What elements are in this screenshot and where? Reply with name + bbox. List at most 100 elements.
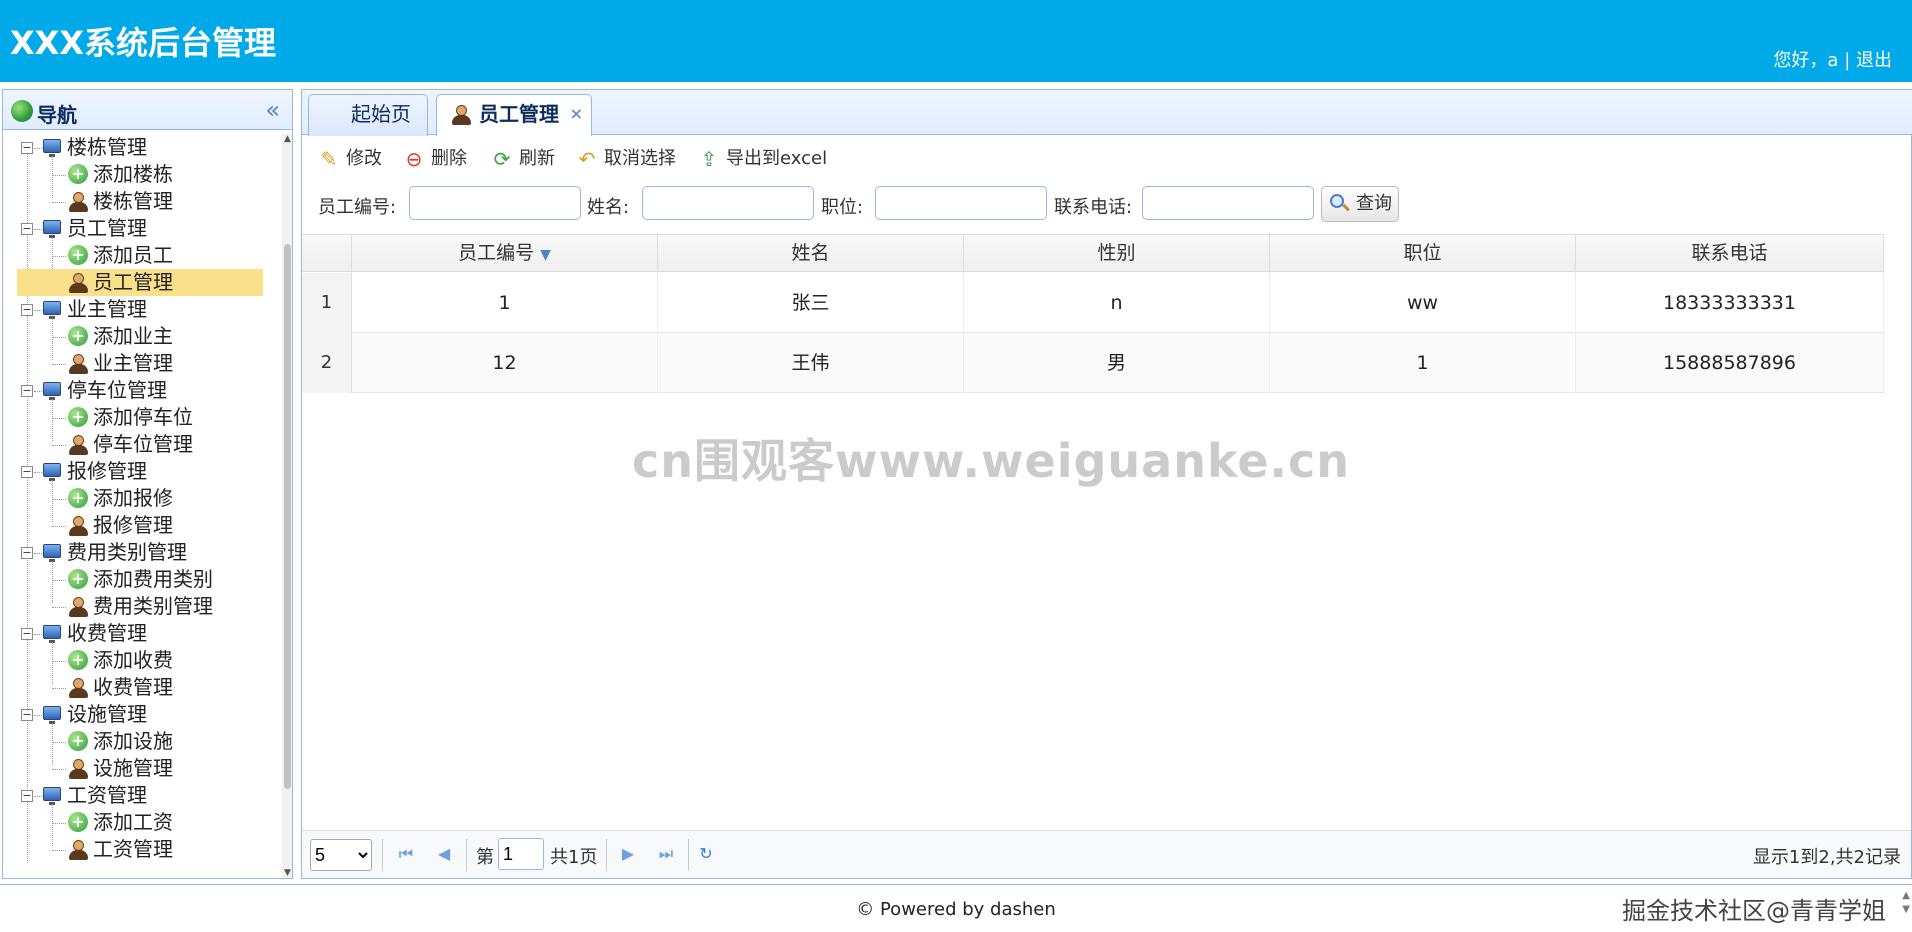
sidebar-item-add[interactable]: 添加员工 bbox=[93, 242, 173, 269]
table-row[interactable]: 1 1 张三 n ww 18333333331 bbox=[302, 273, 1884, 333]
add-icon: + bbox=[68, 650, 88, 670]
refresh-label: 刷新 bbox=[519, 148, 555, 169]
scroll-up-icon[interactable]: ▲ bbox=[284, 134, 291, 144]
tree-line bbox=[52, 499, 66, 500]
sidebar-group[interactable]: 停车位管理 bbox=[67, 377, 167, 404]
person-icon bbox=[68, 596, 88, 618]
header-name[interactable]: 姓名 bbox=[658, 235, 964, 273]
tab-home[interactable]: 起始页 bbox=[308, 94, 428, 136]
sidebar-item-add[interactable]: 添加收费 bbox=[93, 647, 173, 674]
sidebar-item-manage[interactable]: 费用类别管理 bbox=[93, 593, 213, 620]
header-emp-no[interactable]: 员工编号 ▼ bbox=[352, 235, 658, 273]
undo-icon: ↶ bbox=[578, 147, 596, 171]
collapse-toggle-icon[interactable]: − bbox=[21, 790, 33, 802]
computer-icon bbox=[43, 220, 61, 238]
sidebar-item-manage[interactable]: 工资管理 bbox=[93, 836, 173, 863]
prev-page-icon[interactable]: ◀ bbox=[434, 843, 454, 865]
tree-line bbox=[52, 580, 66, 581]
sidebar-group[interactable]: 报修管理 bbox=[67, 458, 147, 485]
person-icon bbox=[68, 191, 88, 213]
collapse-toggle-icon[interactable]: − bbox=[21, 547, 33, 559]
name-input[interactable] bbox=[642, 186, 814, 220]
page-number-input[interactable] bbox=[498, 838, 544, 870]
collapse-toggle-icon[interactable]: − bbox=[21, 223, 33, 235]
sidebar-item-add[interactable]: 添加业主 bbox=[93, 323, 173, 350]
next-page-icon[interactable]: ▶ bbox=[618, 843, 638, 865]
page-total: 共1页 bbox=[550, 847, 598, 868]
header-separator: | bbox=[1844, 50, 1851, 71]
tree-line bbox=[52, 850, 66, 851]
tree-line bbox=[52, 804, 53, 846]
sidebar-group[interactable]: 费用类别管理 bbox=[67, 539, 187, 566]
sidebar-scrollbar[interactable]: ▲ ▼ bbox=[282, 134, 292, 878]
sidebar-item-add[interactable]: 添加工资 bbox=[93, 809, 173, 836]
logout-link[interactable]: 退出 bbox=[1856, 50, 1892, 71]
sidebar-item-add[interactable]: 添加费用类别 bbox=[93, 566, 213, 593]
cell-name: 张三 bbox=[658, 273, 964, 333]
close-icon[interactable]: × bbox=[570, 95, 583, 133]
sidebar-group[interactable]: 楼栋管理 bbox=[67, 134, 147, 161]
refresh-button[interactable]: ⟳ 刷新 bbox=[491, 146, 555, 172]
remove-icon: ⊖ bbox=[405, 147, 423, 171]
tree-line bbox=[52, 769, 66, 770]
sidebar-group[interactable]: 设施管理 bbox=[67, 701, 147, 728]
sidebar-item-add[interactable]: 添加报修 bbox=[93, 485, 173, 512]
name-label: 姓名: bbox=[587, 197, 630, 218]
phone-input[interactable] bbox=[1142, 186, 1314, 220]
scrollbar-thumb[interactable] bbox=[284, 244, 291, 789]
add-icon: + bbox=[68, 488, 88, 508]
sidebar-item-manage[interactable]: 报修管理 bbox=[93, 512, 173, 539]
add-icon: + bbox=[68, 812, 88, 832]
tree-line bbox=[27, 154, 28, 863]
delete-button[interactable]: ⊖ 删除 bbox=[403, 146, 467, 172]
table-row[interactable]: 2 12 王伟 男 1 15888587896 bbox=[302, 333, 1884, 393]
app-title: XXX系统后台管理 bbox=[10, 24, 277, 62]
search-button[interactable]: 查询 bbox=[1321, 186, 1399, 222]
scroll-arrows-icon[interactable]: ▲ ▼ bbox=[1902, 889, 1910, 917]
sidebar: 导航 « − 楼栋管理 + 添加楼栋 楼栋管理 − 员工管理 + 添加员工 员工管理 − 业主管理 + 添… bbox=[2, 89, 293, 879]
page-prefix: 第 bbox=[476, 847, 494, 868]
reload-icon[interactable]: ↻ bbox=[696, 843, 716, 865]
sidebar-item-manage[interactable]: 楼栋管理 bbox=[93, 188, 173, 215]
position-input[interactable] bbox=[875, 186, 1047, 220]
tree-line bbox=[52, 480, 53, 522]
sidebar-item-manage[interactable]: 设施管理 bbox=[93, 755, 173, 782]
sidebar-item-add[interactable]: 添加楼栋 bbox=[93, 161, 173, 188]
cell-gender: 男 bbox=[964, 333, 1270, 393]
sidebar-item-manage[interactable]: 停车位管理 bbox=[93, 431, 193, 458]
sidebar-group[interactable]: 员工管理 bbox=[67, 215, 147, 242]
last-page-icon[interactable]: ⏭ bbox=[656, 843, 676, 865]
tab-employee[interactable]: 员工管理 × bbox=[436, 94, 592, 136]
sidebar-group[interactable]: 工资管理 bbox=[67, 782, 147, 809]
edit-button[interactable]: ✎ 修改 bbox=[318, 146, 382, 172]
collapse-toggle-icon[interactable]: − bbox=[21, 304, 33, 316]
sidebar-item-manage[interactable]: 员工管理 bbox=[93, 269, 173, 296]
header-position[interactable]: 职位 bbox=[1270, 235, 1576, 273]
emp-no-input[interactable] bbox=[409, 186, 581, 220]
collapse-toggle-icon[interactable]: − bbox=[21, 709, 33, 721]
globe-icon bbox=[11, 100, 33, 122]
first-page-icon[interactable]: ⏮ bbox=[396, 843, 416, 865]
sidebar-item-add[interactable]: 添加停车位 bbox=[93, 404, 193, 431]
sidebar-item-manage[interactable]: 收费管理 bbox=[93, 674, 173, 701]
header-rownum bbox=[302, 235, 352, 273]
sidebar-item-manage[interactable]: 业主管理 bbox=[93, 350, 173, 377]
collapse-toggle-icon[interactable]: − bbox=[21, 628, 33, 640]
header-gender[interactable]: 性别 bbox=[964, 235, 1270, 273]
phone-label: 联系电话: bbox=[1054, 197, 1133, 218]
scroll-down-icon[interactable]: ▼ bbox=[284, 868, 291, 878]
sidebar-group[interactable]: 收费管理 bbox=[67, 620, 147, 647]
source-credit: 掘金技术社区@青青学姐 bbox=[1622, 897, 1886, 925]
person-icon bbox=[68, 353, 88, 375]
export-button[interactable]: ⇪ 导出到excel bbox=[698, 146, 827, 172]
collapse-toggle-icon[interactable]: − bbox=[21, 385, 33, 397]
page-size-select[interactable]: 5 bbox=[310, 839, 372, 871]
collapse-toggle-icon[interactable]: − bbox=[21, 466, 33, 478]
double-chevron-left-icon[interactable]: « bbox=[265, 96, 280, 124]
pencil-icon: ✎ bbox=[320, 147, 338, 171]
header-phone[interactable]: 联系电话 bbox=[1576, 235, 1884, 273]
collapse-toggle-icon[interactable]: − bbox=[21, 142, 33, 154]
sidebar-group[interactable]: 业主管理 bbox=[67, 296, 147, 323]
sidebar-item-add[interactable]: 添加设施 bbox=[93, 728, 173, 755]
unselect-button[interactable]: ↶ 取消选择 bbox=[576, 146, 676, 172]
